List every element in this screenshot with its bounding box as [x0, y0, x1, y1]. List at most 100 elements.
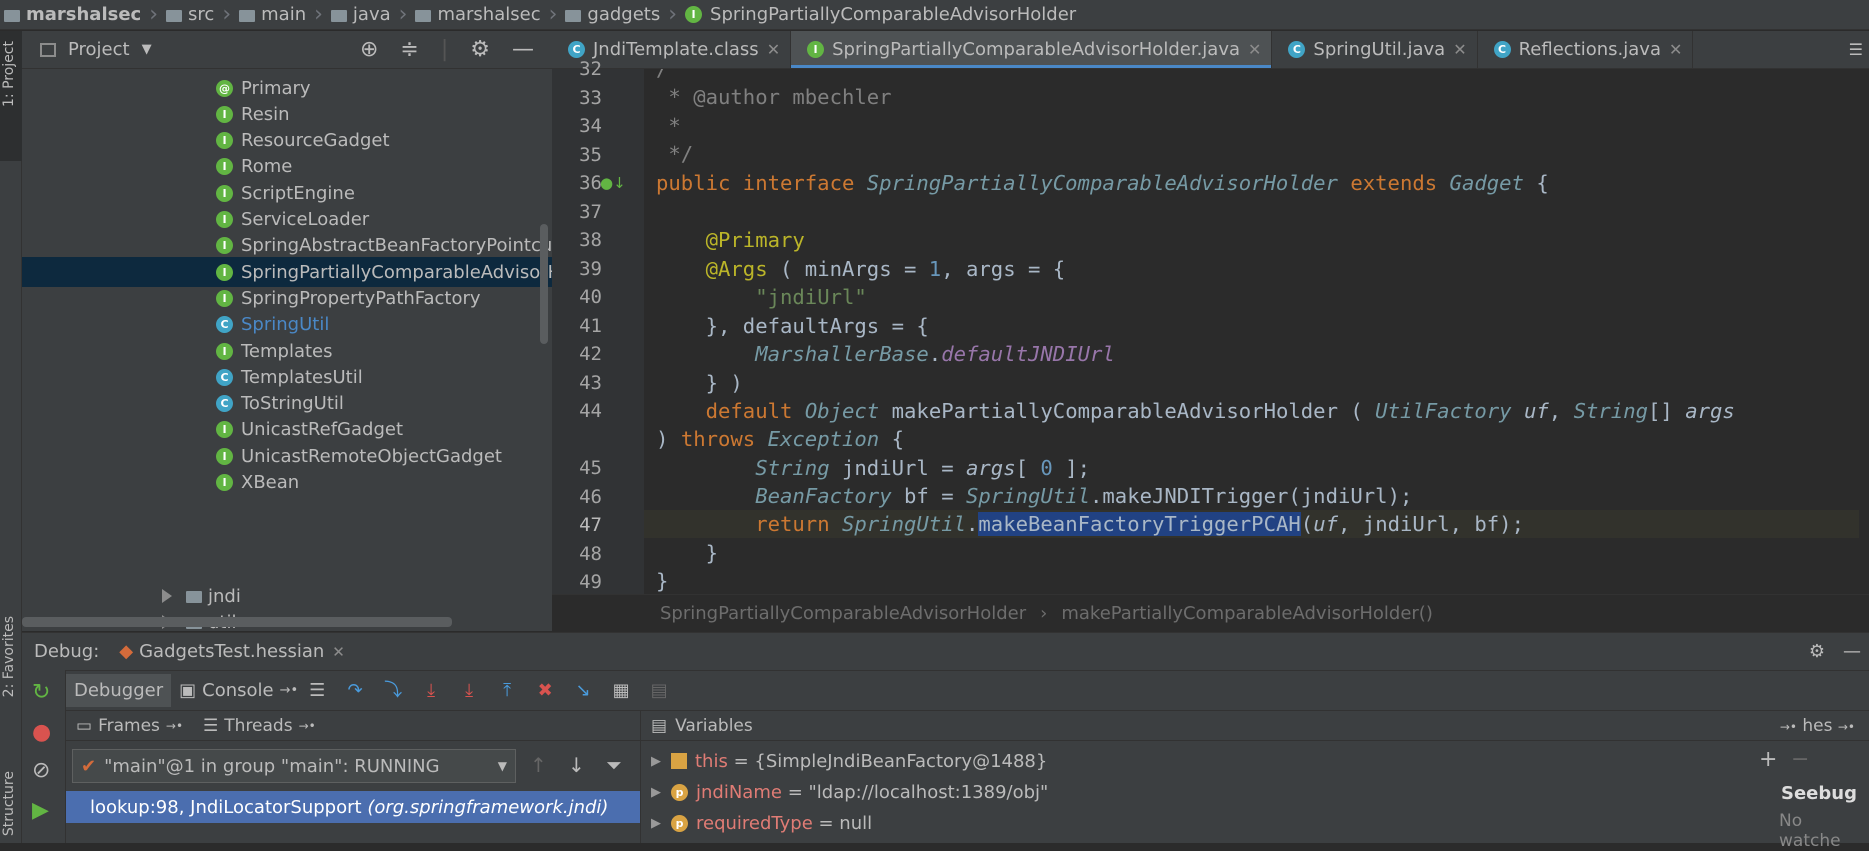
line-number: 46	[579, 485, 602, 508]
tree-item-label: Templates	[241, 340, 333, 362]
step-into-icon[interactable]: ⤓	[420, 680, 442, 702]
variables-icon: ▤	[651, 715, 668, 736]
remove-watch-icon[interactable]: −	[1791, 747, 1809, 772]
gear-icon[interactable]: ⚙	[1809, 641, 1825, 662]
editor-tabs: C JndiTemplate.class ✕ I SpringPartiallyCom…	[552, 31, 1869, 69]
filter-icon[interactable]: ⏷	[606, 753, 622, 777]
variables-tab-hes[interactable]: →• hes →•	[1780, 716, 1855, 736]
tab-springpartiallycomparableadvisorholder[interactable]: I SpringPartiallyComparableAdvisorHolder.…	[791, 31, 1273, 68]
breadcrumb-method[interactable]: makePartiallyComparableAdvisorHolder()	[1061, 603, 1433, 624]
run-to-cursor-icon[interactable]: ↘	[572, 680, 594, 702]
tree-item-label: SpringAbstractBeanFactoryPointcut	[241, 235, 552, 257]
breadcrumb-item[interactable]: marshalsec ›	[415, 2, 565, 27]
favorites-tool-button[interactable]: 2: Favorites	[1, 616, 17, 697]
variable-value: = "ldap://localhost:1389/obj"	[787, 781, 1049, 803]
breadcrumb-interface[interactable]: SpringPartiallyComparableAdvisorHolder	[660, 603, 1026, 624]
debug-label: Debug:	[34, 641, 100, 662]
collapse-all-icon[interactable]: ≑	[400, 37, 418, 62]
code-editor[interactable]: / * @author mbechler * */ public interfa…	[644, 69, 1869, 594]
tree-item-label: Rome	[241, 156, 293, 178]
variable-row[interactable]: ▶ p requiredType = null	[641, 809, 872, 837]
close-icon[interactable]: ✕	[1453, 40, 1466, 59]
next-frame-icon[interactable]: ↓	[568, 753, 585, 777]
hide-icon[interactable]: —	[1843, 641, 1861, 662]
tab-springutil[interactable]: C SpringUtil.java ✕	[1272, 31, 1478, 68]
expand-arrow-icon[interactable]: ▶	[651, 816, 661, 831]
hide-icon[interactable]: —	[512, 37, 534, 62]
variable-name: this	[695, 750, 728, 772]
force-step-into-icon[interactable]: ⤓	[458, 680, 480, 702]
chevron-right-icon: ›	[1040, 603, 1048, 624]
folder-icon	[415, 9, 432, 22]
breadcrumb-item[interactable]: java ›	[330, 2, 416, 27]
close-icon[interactable]: ✕	[1669, 40, 1682, 59]
frame-row-selected[interactable]: lookup:98, JndiLocatorSupport (org.sprin…	[66, 791, 640, 823]
implementing-marker-icon[interactable]: ●↓	[600, 174, 626, 192]
project-icon	[4, 9, 20, 22]
expand-arrow-icon[interactable]: ▶	[651, 785, 661, 800]
folder-icon	[239, 9, 256, 22]
debug-side-toolbar: ↻ ● ⊘ ▶	[22, 670, 66, 843]
tree-item-label: ToStringUtil	[241, 393, 344, 415]
interface-icon: I	[216, 184, 233, 202]
tab-frames[interactable]: ▭ Frames →•	[76, 716, 183, 736]
param-icon: p	[671, 814, 688, 832]
debug-session-tab[interactable]: ◆ GadgetsTest.hessian ✕	[119, 641, 345, 662]
tree-item[interactable]: I XBean	[22, 468, 552, 498]
show-execution-point-icon[interactable]: ↷	[344, 680, 366, 702]
variable-row[interactable]: ▶ this = {SimpleJndiBeanFactory@1488}	[641, 747, 1047, 775]
pin-icon: →•	[298, 718, 316, 733]
project-view-selector[interactable]: Project	[68, 39, 130, 60]
gear-icon[interactable]: ⚙	[470, 37, 490, 62]
line-number: 36	[579, 172, 602, 194]
chevron-down-icon: ▼	[497, 759, 507, 773]
vertical-scrollbar[interactable]	[540, 224, 548, 344]
tab-reflections[interactable]: C Reflections.java ✕	[1478, 31, 1694, 68]
line-number: 42	[579, 343, 602, 365]
resume-icon[interactable]: ▶	[32, 798, 49, 823]
editor-scrollbar[interactable]	[1859, 69, 1869, 594]
view-breakpoints-icon[interactable]: ●	[32, 720, 51, 745]
line-number: 43	[579, 371, 602, 394]
breadcrumb-item[interactable]: src ›	[166, 2, 239, 27]
tab-console[interactable]: ▣ Console →•	[179, 680, 298, 701]
locate-icon[interactable]: ⊕	[360, 37, 378, 62]
close-icon[interactable]: ✕	[1248, 40, 1261, 59]
folder-icon	[166, 9, 183, 22]
step-over-icon[interactable]: ⤵	[382, 680, 404, 702]
variable-row[interactable]: ▶ p jndiName = "ldap://localhost:1389/obj"	[641, 778, 1048, 806]
evaluate-icon[interactable]: ▦	[610, 680, 632, 702]
breadcrumb-item[interactable]: I SpringPartiallyComparableAdvisorHolder	[685, 4, 1076, 25]
drop-frame-icon[interactable]: ✖	[534, 680, 556, 702]
breadcrumb-item[interactable]: marshalsec ›	[4, 2, 166, 27]
chevron-down-icon[interactable]: ▼	[142, 42, 152, 57]
horizontal-scrollbar[interactable]	[22, 617, 452, 627]
close-icon[interactable]: ✕	[767, 40, 780, 59]
structure-tool-button[interactable]: Structure	[1, 771, 17, 836]
breadcrumb-item[interactable]: gadgets ›	[565, 2, 685, 27]
tab-debugger[interactable]: Debugger	[66, 674, 172, 707]
expand-arrow-icon[interactable]: ▶	[651, 754, 661, 769]
project-tool-button[interactable]: 1: Project	[1, 41, 17, 107]
previous-frame-icon[interactable]: ↑	[530, 753, 547, 777]
step-out-icon[interactable]: ⤒	[496, 680, 518, 702]
line-number: 34	[579, 115, 602, 137]
tree-item-label: SpringPropertyPathFactory	[241, 287, 481, 309]
tab-threads[interactable]: ☰ Threads →•	[203, 716, 316, 736]
variable-name: jndiName	[696, 781, 782, 803]
folder-icon	[330, 9, 347, 22]
line-number: 40	[579, 286, 602, 308]
rerun-icon[interactable]: ↻	[32, 680, 50, 705]
interface-icon: I	[216, 447, 233, 465]
expand-arrow-icon[interactable]	[162, 589, 172, 603]
tab-list-icon[interactable]: ☰	[1849, 31, 1869, 68]
layout-icon[interactable]: ☰	[306, 680, 328, 702]
breadcrumb-item[interactable]: main ›	[239, 2, 331, 27]
close-icon[interactable]: ✕	[332, 643, 345, 661]
mute-breakpoints-icon[interactable]: ⊘	[32, 758, 50, 783]
watermark: Seebug	[1781, 783, 1857, 804]
thread-select[interactable]: ✔ "main"@1 in group "main": RUNNING ▼	[72, 749, 516, 783]
frames-icon: ▭	[76, 715, 93, 736]
interface-icon: I	[216, 105, 233, 123]
add-watch-icon[interactable]: +	[1759, 747, 1777, 772]
